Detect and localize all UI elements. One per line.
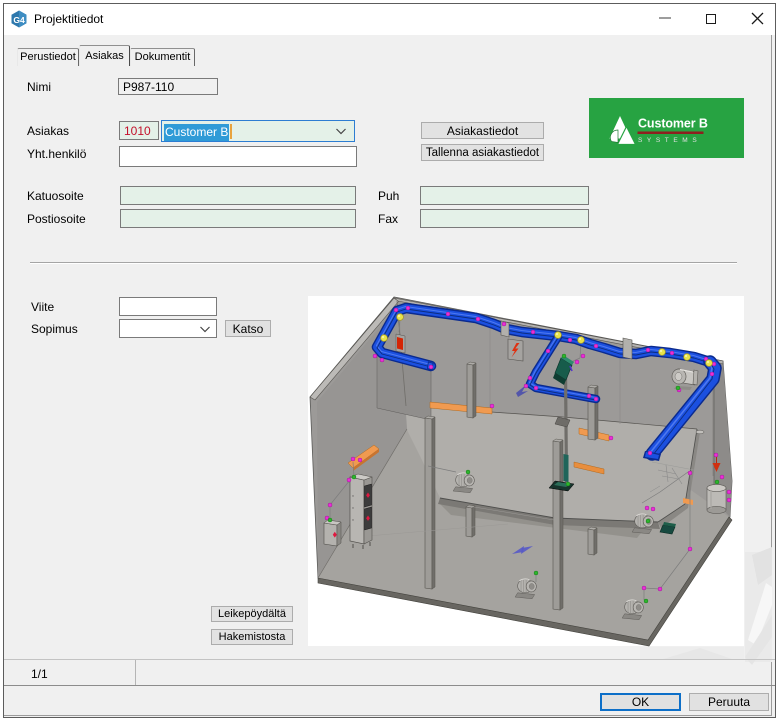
svg-text:Customer B: Customer B xyxy=(638,117,708,131)
svg-text:SYSTEMS: SYSTEMS xyxy=(638,137,701,144)
svg-text:G4: G4 xyxy=(13,15,25,25)
